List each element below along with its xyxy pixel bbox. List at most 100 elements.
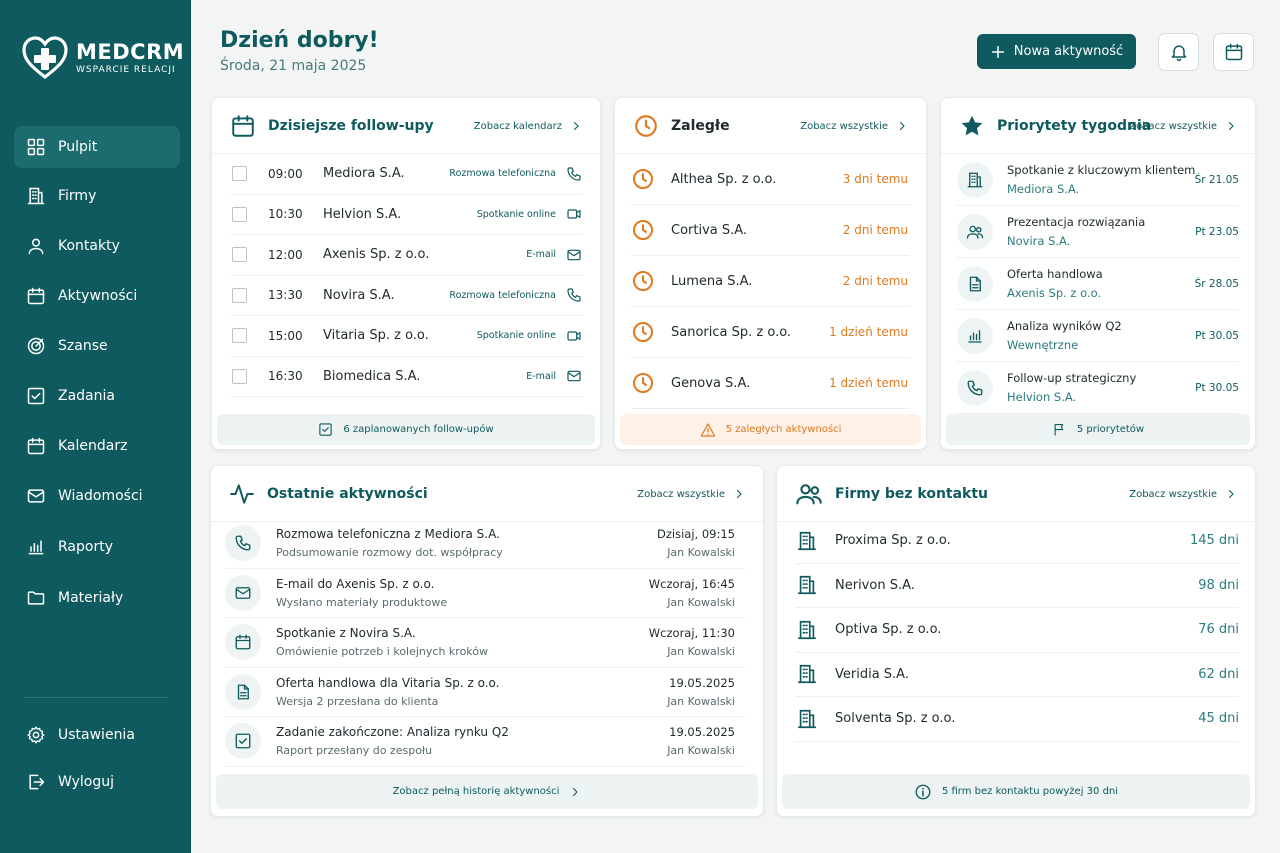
recent-activities-card: Ostatnie aktywności Zobacz wszystkie Roz…	[210, 465, 764, 817]
calendar-icon	[1224, 42, 1244, 62]
overdue-ago: 2 dni temu	[842, 274, 908, 288]
overdue-company: Genova S.A.	[671, 375, 751, 391]
followups-footer[interactable]: 6 zaplanowanych follow-upów	[217, 414, 595, 445]
overdue-row[interactable]: Sanorica Sp. z o.o. 1 dzień temu	[631, 307, 910, 358]
sidebar-item-raporty[interactable]: Raporty	[14, 526, 180, 568]
followup-company: Vitaria Sp. z o.o.	[323, 328, 429, 344]
full-history-link[interactable]: Zobacz pełną historię aktywności	[216, 774, 758, 809]
priority-title: Spotkanie z kluczowym klientem	[1007, 163, 1196, 177]
sidebar-divider	[24, 697, 168, 698]
sidebar-item-zadania[interactable]: Zadania	[14, 375, 180, 417]
overdue-row[interactable]: Lumena S.A. 2 dni temu	[631, 256, 910, 307]
info-icon	[914, 783, 932, 801]
flag-icon	[1052, 422, 1067, 437]
sidebar-item-label: Zadania	[58, 388, 115, 404]
priority-date: Śr 21.05	[1194, 173, 1239, 186]
sidebar-item-kontakty[interactable]: Kontakty	[14, 225, 180, 267]
new-activity-button[interactable]: Nowa aktywność	[977, 34, 1136, 69]
followup-checkbox[interactable]	[232, 206, 247, 222]
users-icon	[966, 223, 984, 241]
sidebar-item-kalendarz[interactable]: Kalendarz	[14, 425, 180, 467]
calendar-icon	[26, 286, 46, 306]
overdue-ago: 1 dzień temu	[829, 325, 908, 339]
calendar-icon	[234, 633, 252, 651]
see-calendar-link[interactable]: Zobacz kalendarz	[474, 120, 582, 132]
followup-checkbox[interactable]	[232, 368, 247, 384]
sidebar-item-label: Aktywności	[58, 288, 138, 304]
priority-date: Pt 30.05	[1195, 381, 1239, 394]
company-row[interactable]: Optiva Sp. z o.o. 76 dni	[795, 608, 1239, 653]
see-all-link[interactable]: Zobacz wszystkie	[800, 120, 908, 132]
activity-row[interactable]: Rozmowa telefoniczna z Mediora S.A. Podsu…	[225, 519, 745, 569]
followup-row[interactable]: 10:30 Helvion S.A. Spotkanie online	[230, 195, 582, 235]
company-row[interactable]: Proxima Sp. z o.o. 145 dni	[795, 519, 1239, 564]
priority-row[interactable]: Follow-up strategiczny Helvion S.A. Pt 30.…	[957, 362, 1239, 414]
days-since-contact: 62 dni	[1198, 666, 1239, 682]
activity-row[interactable]: Zadanie zakończone: Analiza rynku Q2 Rapo…	[225, 717, 745, 767]
notifications-button[interactable]	[1158, 33, 1199, 71]
phone-icon	[966, 379, 984, 397]
followup-row[interactable]: 15:00 Vitaria Sp. z o.o. Spotkanie online	[230, 316, 582, 357]
followup-row[interactable]: 09:00 Mediora S.A. Rozmowa telefoniczna	[230, 154, 582, 195]
star-icon	[959, 113, 985, 139]
overdue-footer[interactable]: 5 zaległych aktywności	[620, 414, 921, 445]
activity-row[interactable]: Oferta handlowa dla Vitaria Sp. z o.o. We…	[225, 668, 745, 717]
building-icon	[796, 708, 818, 730]
clock-icon	[631, 371, 655, 395]
followup-row[interactable]: 16:30 Biomedica S.A. E-mail	[230, 357, 582, 397]
sidebar-item-firmy[interactable]: Firmy	[14, 175, 180, 217]
priority-icon-circle	[957, 213, 993, 250]
calendar-button[interactable]	[1213, 33, 1254, 71]
sidebar-item-materialy[interactable]: Materiały	[14, 577, 180, 619]
priority-row[interactable]: Spotkanie z kluczowym klientem Mediora S.…	[957, 154, 1239, 206]
overdue-ago: 2 dni temu	[842, 223, 908, 237]
followup-time: 10:30	[268, 207, 303, 222]
priority-date: Śr 28.05	[1194, 277, 1239, 290]
followup-type: E-mail	[526, 249, 556, 261]
priorities-footer[interactable]: 5 priorytetów	[946, 414, 1250, 445]
followup-checkbox[interactable]	[232, 287, 247, 303]
document-icon	[234, 683, 252, 701]
activity-title: Rozmowa telefoniczna z Mediora S.A.	[276, 527, 500, 542]
sidebar-item-wyloguj[interactable]: Wyloguj	[14, 761, 180, 803]
sidebar-item-aktywnosci[interactable]: Aktywności	[14, 275, 180, 317]
companies-no-contact-card: Firmy bez kontaktu Zobacz wszystkie Prox…	[776, 465, 1256, 817]
activity-row[interactable]: E-mail do Axenis Sp. z o.o. Wysłano mater…	[225, 569, 745, 618]
followup-row[interactable]: 13:30 Novira S.A. Rozmowa telefoniczna	[230, 276, 582, 316]
user-icon	[26, 236, 46, 256]
see-all-link[interactable]: Zobacz wszystkie	[1129, 488, 1237, 500]
footer-label: Zobacz pełną historię aktywności	[392, 786, 560, 797]
mail-icon	[234, 584, 252, 602]
see-all-link[interactable]: Zobacz wszystkie	[637, 488, 745, 500]
followup-checkbox[interactable]	[232, 247, 247, 263]
sidebar-item-szanse[interactable]: Szanse	[14, 325, 180, 367]
activity-title: Spotkanie z Novira S.A.	[276, 626, 416, 641]
priority-row[interactable]: Prezentacja rozwiązania Novira S.A. Pt 23.…	[957, 206, 1239, 258]
priority-date: Pt 30.05	[1195, 329, 1239, 342]
sidebar-item-pulpit[interactable]: Pulpit	[14, 126, 180, 168]
clock-icon	[631, 218, 655, 242]
overdue-row[interactable]: Genova S.A. 1 dzień temu	[631, 358, 910, 409]
overdue-row[interactable]: Althea Sp. z o.o. 3 dni temu	[631, 154, 910, 205]
see-all-link[interactable]: Zobacz wszystkie	[1129, 120, 1237, 132]
priority-row[interactable]: Analiza wyników Q2 Wewnętrzne Pt 30.05	[957, 310, 1239, 362]
overdue-row[interactable]: Cortiva S.A. 2 dni temu	[631, 205, 910, 256]
company-row[interactable]: Veridia S.A. 62 dni	[795, 653, 1239, 697]
nocontact-footer[interactable]: 5 firm bez kontaktu powyżej 30 dni	[782, 774, 1250, 809]
company-name: Solventa Sp. z o.o.	[835, 711, 956, 727]
days-since-contact: 45 dni	[1198, 711, 1239, 727]
sidebar-item-wiadomosci[interactable]: Wiadomości	[14, 475, 180, 517]
bar-chart-icon	[26, 537, 46, 557]
activity-row[interactable]: Spotkanie z Novira S.A. Omówienie potrzeb…	[225, 618, 745, 668]
followup-row[interactable]: 12:00 Axenis Sp. z o.o. E-mail	[230, 235, 582, 276]
company-row[interactable]: Nerivon S.A. 98 dni	[795, 564, 1239, 608]
priority-row[interactable]: Oferta handlowa Axenis Sp. z o.o. Śr 28.05	[957, 258, 1239, 310]
activity-icon-circle	[225, 574, 261, 611]
sidebar-item-ustawienia[interactable]: Ustawienia	[14, 714, 180, 756]
activity-title: Zadanie zakończone: Analiza rynku Q2	[276, 725, 509, 740]
followup-checkbox[interactable]	[232, 328, 247, 344]
company-row[interactable]: Solventa Sp. z o.o. 45 dni	[795, 697, 1239, 742]
followup-checkbox[interactable]	[232, 166, 247, 182]
sidebar: MEDCRM WSPARCIE RELACJI Pulpit Firmy Kon…	[0, 0, 191, 853]
users-icon	[795, 480, 823, 508]
